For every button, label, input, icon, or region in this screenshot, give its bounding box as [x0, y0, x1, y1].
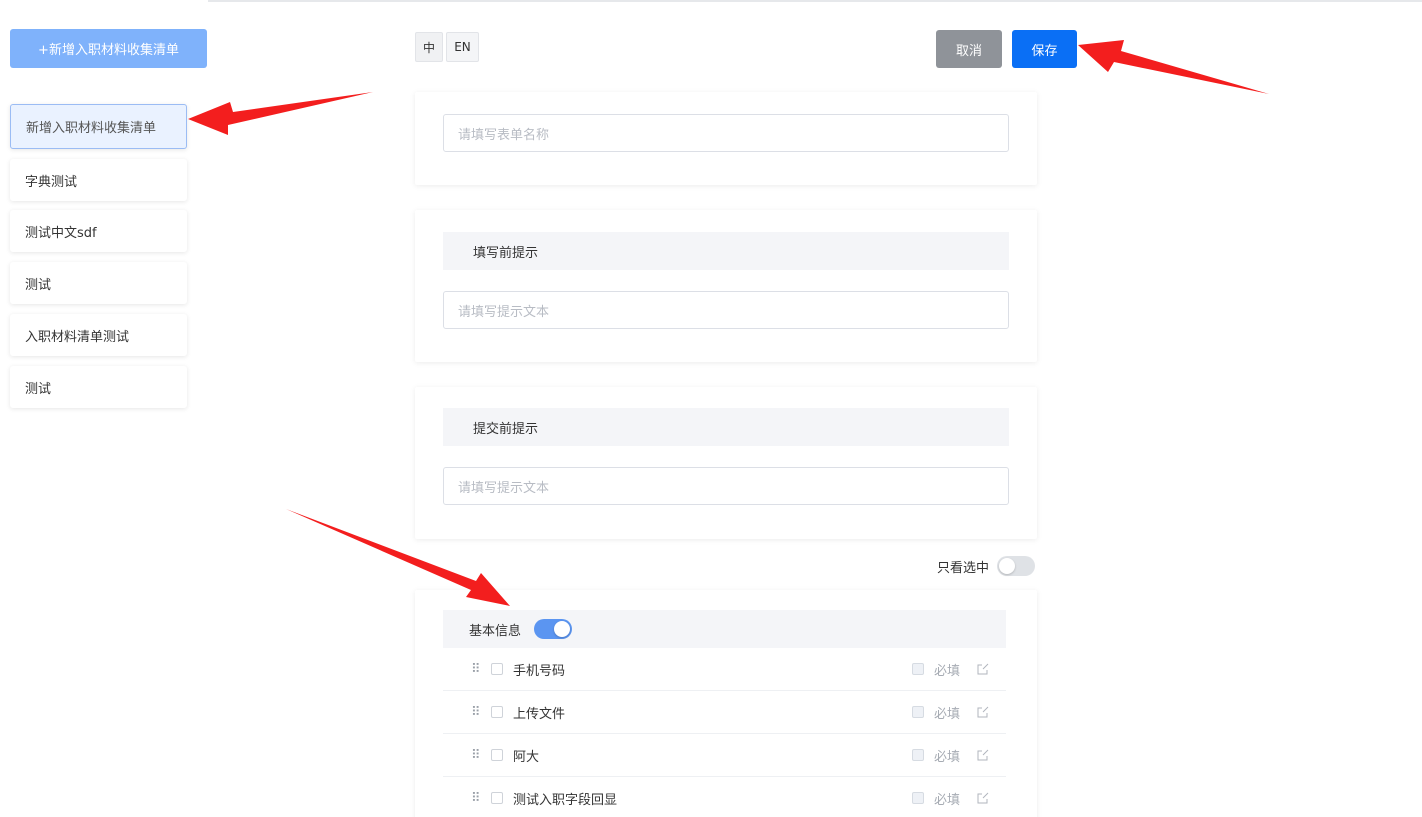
sidebar-item-label: 测试中文sdf — [25, 225, 97, 241]
add-checklist-button[interactable]: +新增入职材料收集清单 — [10, 29, 207, 68]
field-checkbox[interactable] — [491, 663, 503, 675]
sidebar-item-test-2[interactable]: 测试 — [10, 366, 187, 408]
required-option: 必填 — [911, 703, 960, 722]
cancel-button[interactable]: 取消 — [936, 30, 1002, 68]
sidebar-item-test-chinese[interactable]: 测试中文sdf — [10, 210, 187, 252]
field-row: ⠿ 阿大 必填 — [443, 734, 1006, 777]
required-label: 必填 — [933, 706, 960, 722]
lang-zh-button[interactable]: 中 — [415, 32, 443, 62]
required-option: 必填 — [911, 746, 960, 765]
sidebar-item-label: 测试 — [25, 381, 52, 397]
save-button[interactable]: 保存 — [1012, 30, 1077, 68]
lang-en-button[interactable]: EN — [446, 32, 479, 62]
required-label: 必填 — [933, 663, 960, 679]
field-row: ⠿ 测试入职字段回显 必填 — [443, 777, 1006, 817]
sidebar: +新增入职材料收集清单 新增入职材料收集清单 字典测试 测试中文sdf 测试 入… — [0, 0, 208, 817]
required-checkbox[interactable] — [911, 749, 924, 761]
required-label: 必填 — [933, 792, 960, 808]
before-submit-title: 提交前提示 — [443, 408, 1009, 446]
group-header: 基本信息 — [443, 610, 1006, 648]
required-checkbox[interactable] — [911, 792, 924, 804]
edit-icon[interactable] — [976, 748, 990, 762]
field-label: 手机号码 — [513, 663, 566, 679]
drag-handle-icon[interactable]: ⠿ — [471, 749, 481, 762]
sidebar-item-checklist-test[interactable]: 入职材料清单测试 — [10, 314, 187, 356]
sidebar-item-dict-test[interactable]: 字典测试 — [10, 159, 187, 201]
field-checkbox[interactable] — [491, 749, 503, 761]
field-label: 上传文件 — [513, 706, 566, 722]
drag-handle-icon[interactable]: ⠿ — [471, 792, 481, 805]
group-enable-switch[interactable] — [534, 619, 573, 639]
before-fill-title: 填写前提示 — [443, 232, 1009, 270]
field-checkbox[interactable] — [491, 706, 503, 718]
edit-icon[interactable] — [976, 705, 990, 719]
required-option: 必填 — [911, 789, 960, 808]
only-checked-switch[interactable] — [997, 556, 1036, 576]
field-row: ⠿ 上传文件 必填 — [443, 691, 1006, 734]
only-checked-filter: 只看选中 — [937, 556, 1036, 576]
sidebar-item-label: 字典测试 — [25, 174, 78, 190]
field-row: ⠿ 手机号码 必填 — [443, 648, 1006, 691]
sidebar-item-label: 入职材料清单测试 — [25, 329, 130, 345]
group-title: 基本信息 — [469, 623, 522, 639]
switch-knob — [999, 558, 1016, 574]
before-submit-card: 提交前提示 请填写提示文本 — [415, 387, 1037, 539]
field-checkbox[interactable] — [491, 792, 503, 804]
sidebar-item-new-checklist[interactable]: 新增入职材料收集清单 — [10, 104, 187, 149]
only-checked-label: 只看选中 — [937, 560, 990, 576]
field-label: 阿大 — [513, 749, 540, 765]
edit-icon[interactable] — [976, 662, 990, 676]
required-option: 必填 — [911, 660, 960, 679]
switch-knob — [554, 621, 571, 637]
required-label: 必填 — [933, 749, 960, 765]
field-label: 测试入职字段回显 — [513, 792, 618, 808]
drag-handle-icon[interactable]: ⠿ — [471, 663, 481, 676]
sidebar-item-test[interactable]: 测试 — [10, 262, 187, 304]
edit-icon[interactable] — [976, 791, 990, 805]
form-name-input[interactable]: 请填写表单名称 — [443, 114, 1009, 152]
sidebar-item-label: 测试 — [25, 277, 52, 293]
before-submit-input[interactable]: 请填写提示文本 — [443, 467, 1009, 505]
drag-handle-icon[interactable]: ⠿ — [471, 706, 481, 719]
before-fill-input[interactable]: 请填写提示文本 — [443, 291, 1009, 329]
language-toggle: 中 EN — [415, 32, 479, 62]
required-checkbox[interactable] — [911, 663, 924, 675]
form-name-card: 请填写表单名称 — [415, 92, 1037, 185]
required-checkbox[interactable] — [911, 706, 924, 718]
sidebar-item-label: 新增入职材料收集清单 — [26, 121, 157, 136]
before-fill-card: 填写前提示 请填写提示文本 — [415, 210, 1037, 362]
fields-card: 基本信息 ⠿ 手机号码 必填 ⠿ 上传文件 必填 ⠿ 阿大 必填 ⠿ 测试入职字… — [415, 590, 1037, 817]
